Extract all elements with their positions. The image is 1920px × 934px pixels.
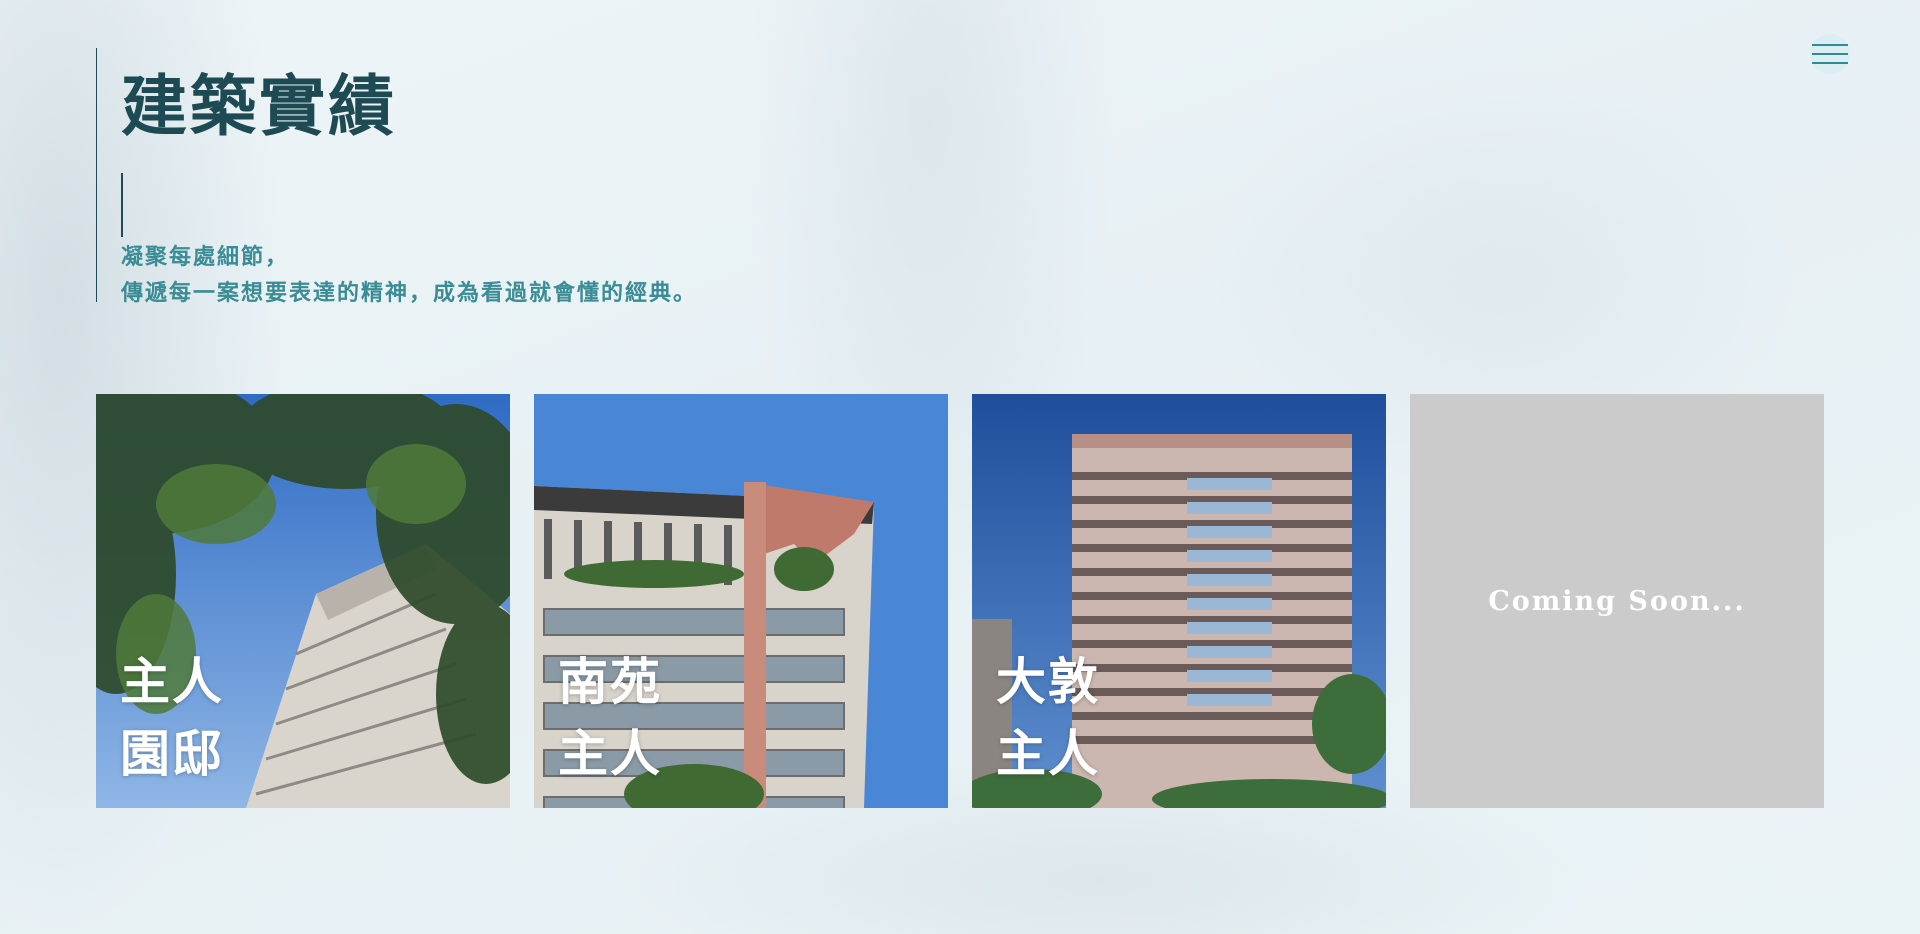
coming-soon-text: Coming Soon... — [1488, 585, 1746, 617]
menu-button[interactable] — [1810, 34, 1850, 74]
project-title: 南苑 主人 — [558, 646, 662, 790]
subtitle-line: 凝聚每處細節， — [121, 244, 290, 270]
title-divider — [121, 173, 123, 237]
project-title: 大敦 主人 — [996, 646, 1100, 790]
project-grid: 主人 園邸 南苑 主人 大敦 主人 Coming Soon... — [96, 394, 1824, 808]
project-title-line: 主人 — [558, 724, 662, 783]
page-subtitle: 凝聚每處細節， 傳遞每一案想要表達的精神，成為看過就會懂的經典。 — [121, 239, 697, 311]
project-title-line: 大敦 — [996, 652, 1100, 711]
project-card[interactable]: 南苑 主人 — [534, 394, 948, 808]
page-header: 建築實績 凝聚每處細節， 傳遞每一案想要表達的精神，成為看過就會懂的經典。 — [96, 48, 697, 306]
page-title: 建築實績 — [121, 67, 397, 145]
hamburger-menu-icon-bar — [1812, 62, 1848, 64]
project-card[interactable]: 大敦 主人 — [972, 394, 1386, 808]
project-title-line: 主人 — [120, 652, 224, 711]
project-title-line: 園邸 — [120, 724, 224, 783]
hamburger-menu-icon — [1812, 44, 1848, 46]
project-title-line: 南苑 — [558, 652, 662, 711]
project-title: 主人 園邸 — [120, 646, 224, 790]
hamburger-menu-icon-bar — [1812, 53, 1848, 55]
subtitle-line: 傳遞每一案想要表達的精神，成為看過就會懂的經典。 — [121, 280, 698, 306]
coming-soon-card: Coming Soon... — [1410, 394, 1824, 808]
project-card[interactable]: 主人 園邸 — [96, 394, 510, 808]
project-title-line: 主人 — [996, 724, 1100, 783]
